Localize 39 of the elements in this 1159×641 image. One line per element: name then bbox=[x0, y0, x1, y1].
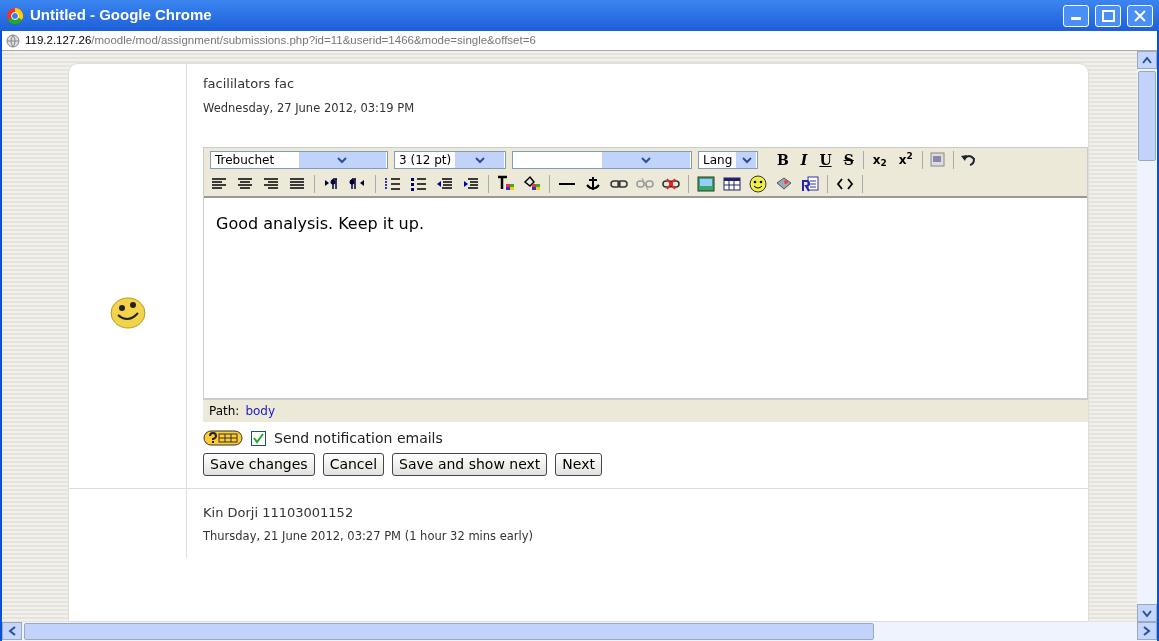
style-select[interactable] bbox=[512, 150, 692, 169]
scroll-thumb[interactable] bbox=[1138, 71, 1156, 161]
language-select[interactable]: Lang bbox=[698, 150, 758, 169]
author-name: facililators fac bbox=[203, 75, 296, 93]
window-title: Untitled - Google Chrome bbox=[30, 5, 213, 26]
smiley-icon[interactable] bbox=[749, 174, 767, 193]
font-select[interactable]: Trebuchet bbox=[210, 150, 388, 169]
superscript-button[interactable]: x$^{2}$ bbox=[895, 150, 916, 169]
vertical-scrollbar[interactable] bbox=[1137, 51, 1157, 622]
horizontal-scrollbar[interactable] bbox=[2, 622, 1157, 641]
scroll-thumb[interactable] bbox=[24, 623, 874, 640]
next-button[interactable]: Next bbox=[555, 452, 602, 476]
path-link[interactable]: body bbox=[245, 403, 276, 418]
browser-logo-icon bbox=[6, 6, 24, 25]
save-and-next-button[interactable]: Save and show next bbox=[392, 452, 548, 476]
comment-date: Wednesday, 27 June 2012, 03:19 PM bbox=[203, 99, 416, 117]
subscript-button[interactable]: x$_{2}$ bbox=[869, 150, 890, 169]
underline-button[interactable]: U bbox=[816, 150, 835, 169]
notification-label: Send notification emails bbox=[274, 428, 443, 448]
help-keyboard-icon[interactable] bbox=[203, 430, 243, 447]
find-replace-icon[interactable] bbox=[801, 174, 819, 193]
notification-checkbox[interactable] bbox=[251, 430, 266, 446]
table-icon[interactable] bbox=[723, 174, 741, 193]
bold-button[interactable]: B bbox=[774, 150, 792, 169]
path-label: Path: bbox=[209, 403, 240, 418]
strikethrough-button[interactable]: S bbox=[840, 150, 857, 169]
size-select[interactable]: 3 (12 pt) bbox=[394, 150, 506, 169]
text-color-icon[interactable] bbox=[497, 174, 515, 193]
editor-text-area[interactable]: Good analysis. Keep it up. bbox=[204, 195, 1087, 398]
student-name: Kin Dorji 11103001152 bbox=[203, 503, 355, 522]
globe-icon bbox=[6, 33, 20, 48]
cancel-button[interactable]: Cancel bbox=[322, 452, 385, 476]
image-icon[interactable] bbox=[697, 174, 715, 193]
submission-date: Thursday, 21 June 2012, 03:27 PM (1 hour 32 mins early) bbox=[203, 528, 535, 546]
fill-color-icon[interactable] bbox=[523, 174, 541, 193]
anchor-icon[interactable] bbox=[584, 174, 602, 193]
paste-word-icon[interactable] bbox=[928, 150, 947, 169]
save-changes-button[interactable]: Save changes bbox=[203, 452, 315, 476]
italic-button[interactable]: I bbox=[797, 150, 811, 169]
